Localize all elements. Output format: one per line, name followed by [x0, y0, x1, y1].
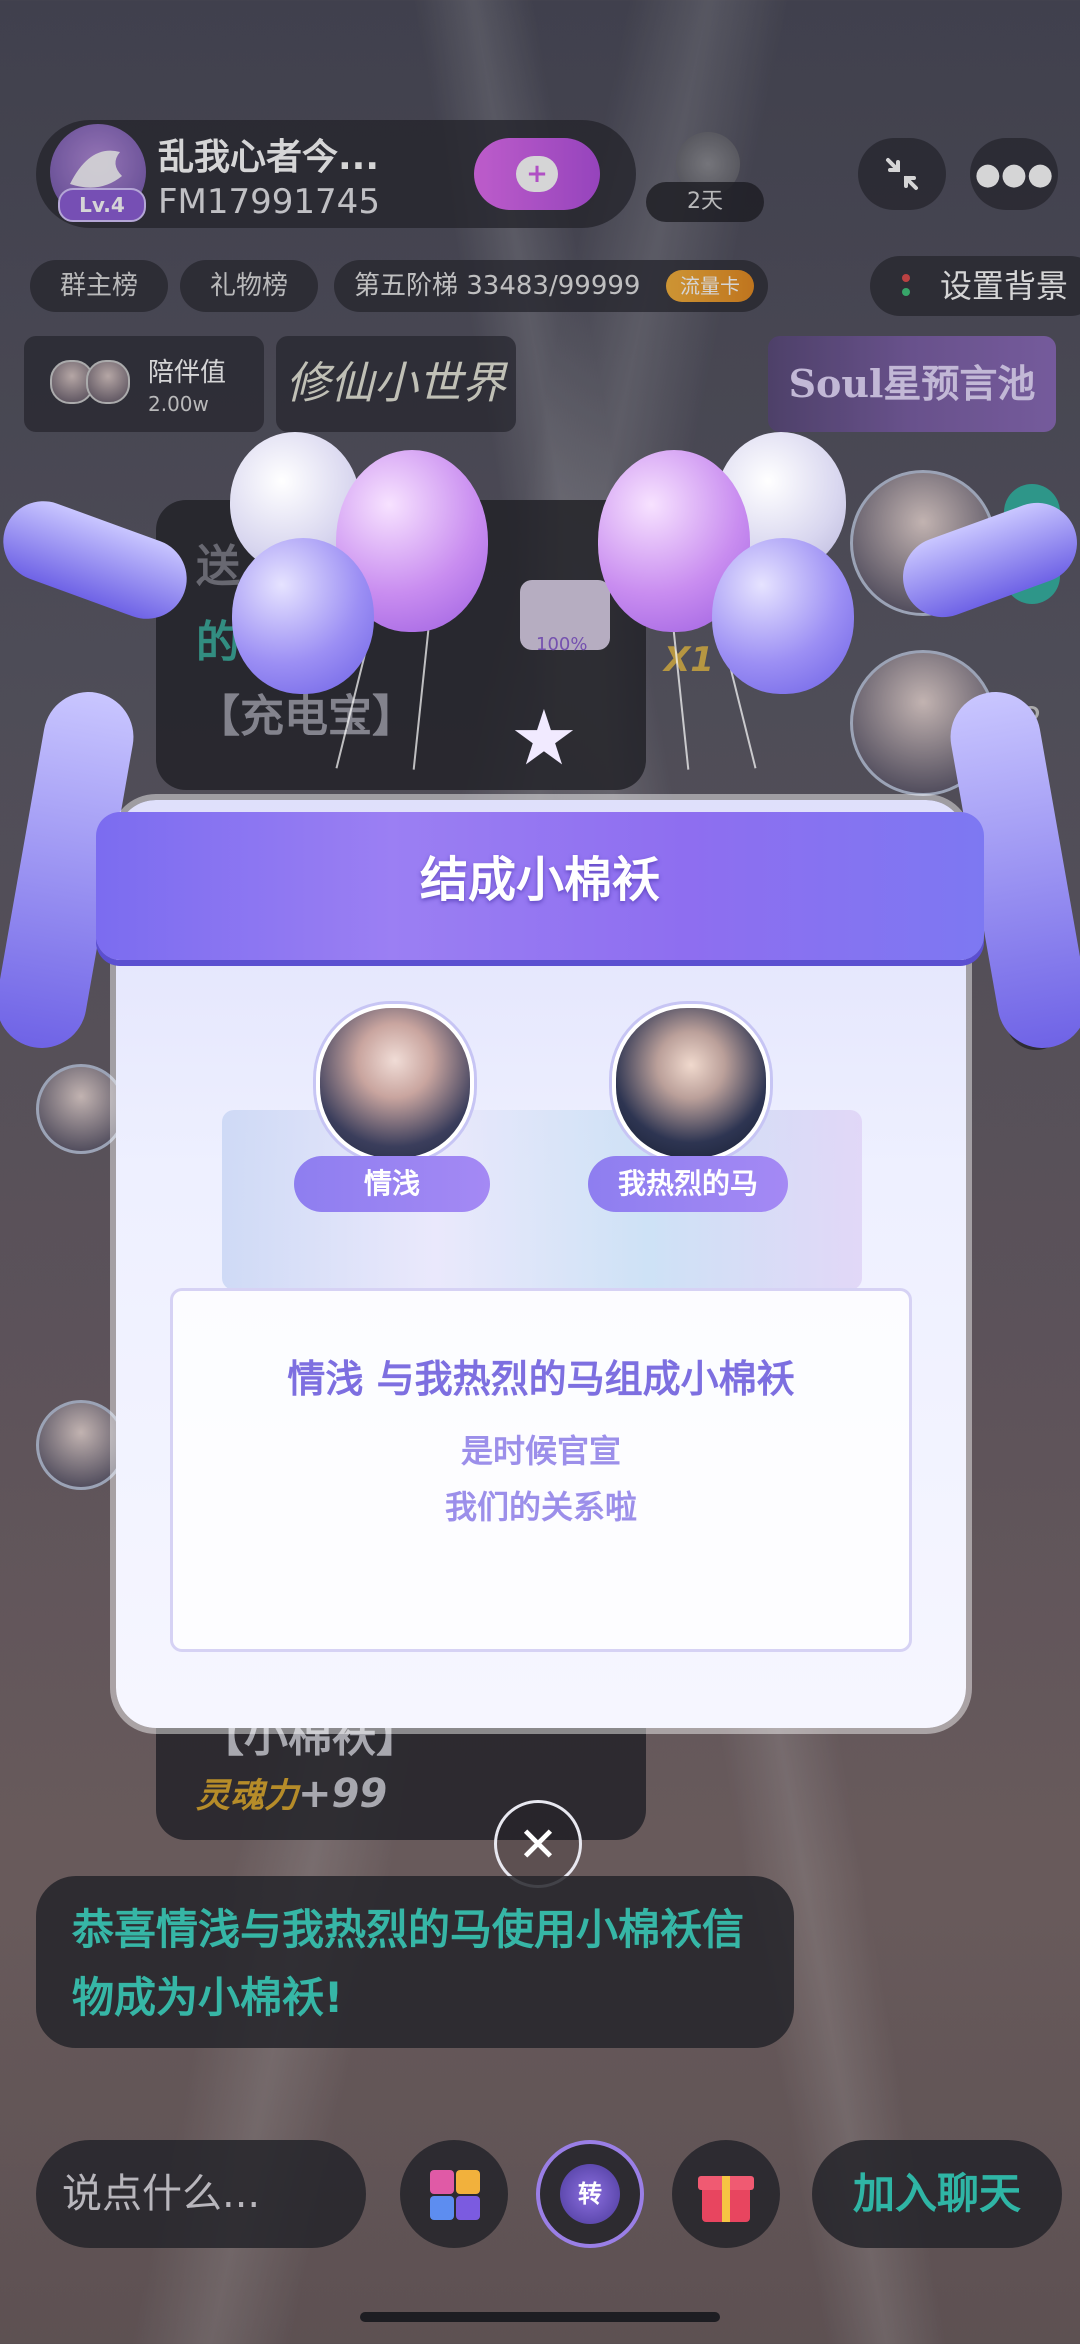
popup-message-line-3: 我们的关系啦: [444, 1488, 637, 1526]
lucky-wheel-button[interactable]: 转: [536, 2140, 644, 2248]
gift-box-icon: [698, 2176, 754, 2222]
user-name-right: 我热烈的马: [588, 1156, 788, 1212]
puzzle-icon: [430, 2170, 480, 2220]
crystal-star-icon: ★: [509, 693, 579, 782]
chat-input[interactable]: 说点什么...: [36, 2140, 366, 2248]
balloon-blue-right: [712, 538, 854, 694]
home-indicator: [360, 2312, 720, 2322]
user-avatar-right[interactable]: [612, 1004, 770, 1162]
popup-message-line-2: 是时候官宣: [460, 1432, 621, 1470]
popup-message-line-1: 情浅 与我热烈的马组成小棉袄: [287, 1357, 795, 1401]
congrats-message-text: 恭喜情浅与我热烈的马使用小棉袄信物成为小棉袄!: [72, 1905, 745, 2022]
wheel-label: 转: [560, 2164, 620, 2224]
join-chat-button[interactable]: 加入聊天: [812, 2140, 1062, 2248]
balloon-blue-left: [232, 538, 374, 694]
popup-title: 结成小棉袄: [419, 852, 660, 908]
close-icon: ✕: [517, 1817, 559, 1873]
gift-button[interactable]: [672, 2140, 780, 2248]
user-avatar-left[interactable]: [316, 1004, 474, 1162]
puzzle-button[interactable]: [400, 2140, 508, 2248]
user-name-left: 情浅: [294, 1156, 490, 1212]
close-popup-button[interactable]: ✕: [494, 1800, 582, 1888]
